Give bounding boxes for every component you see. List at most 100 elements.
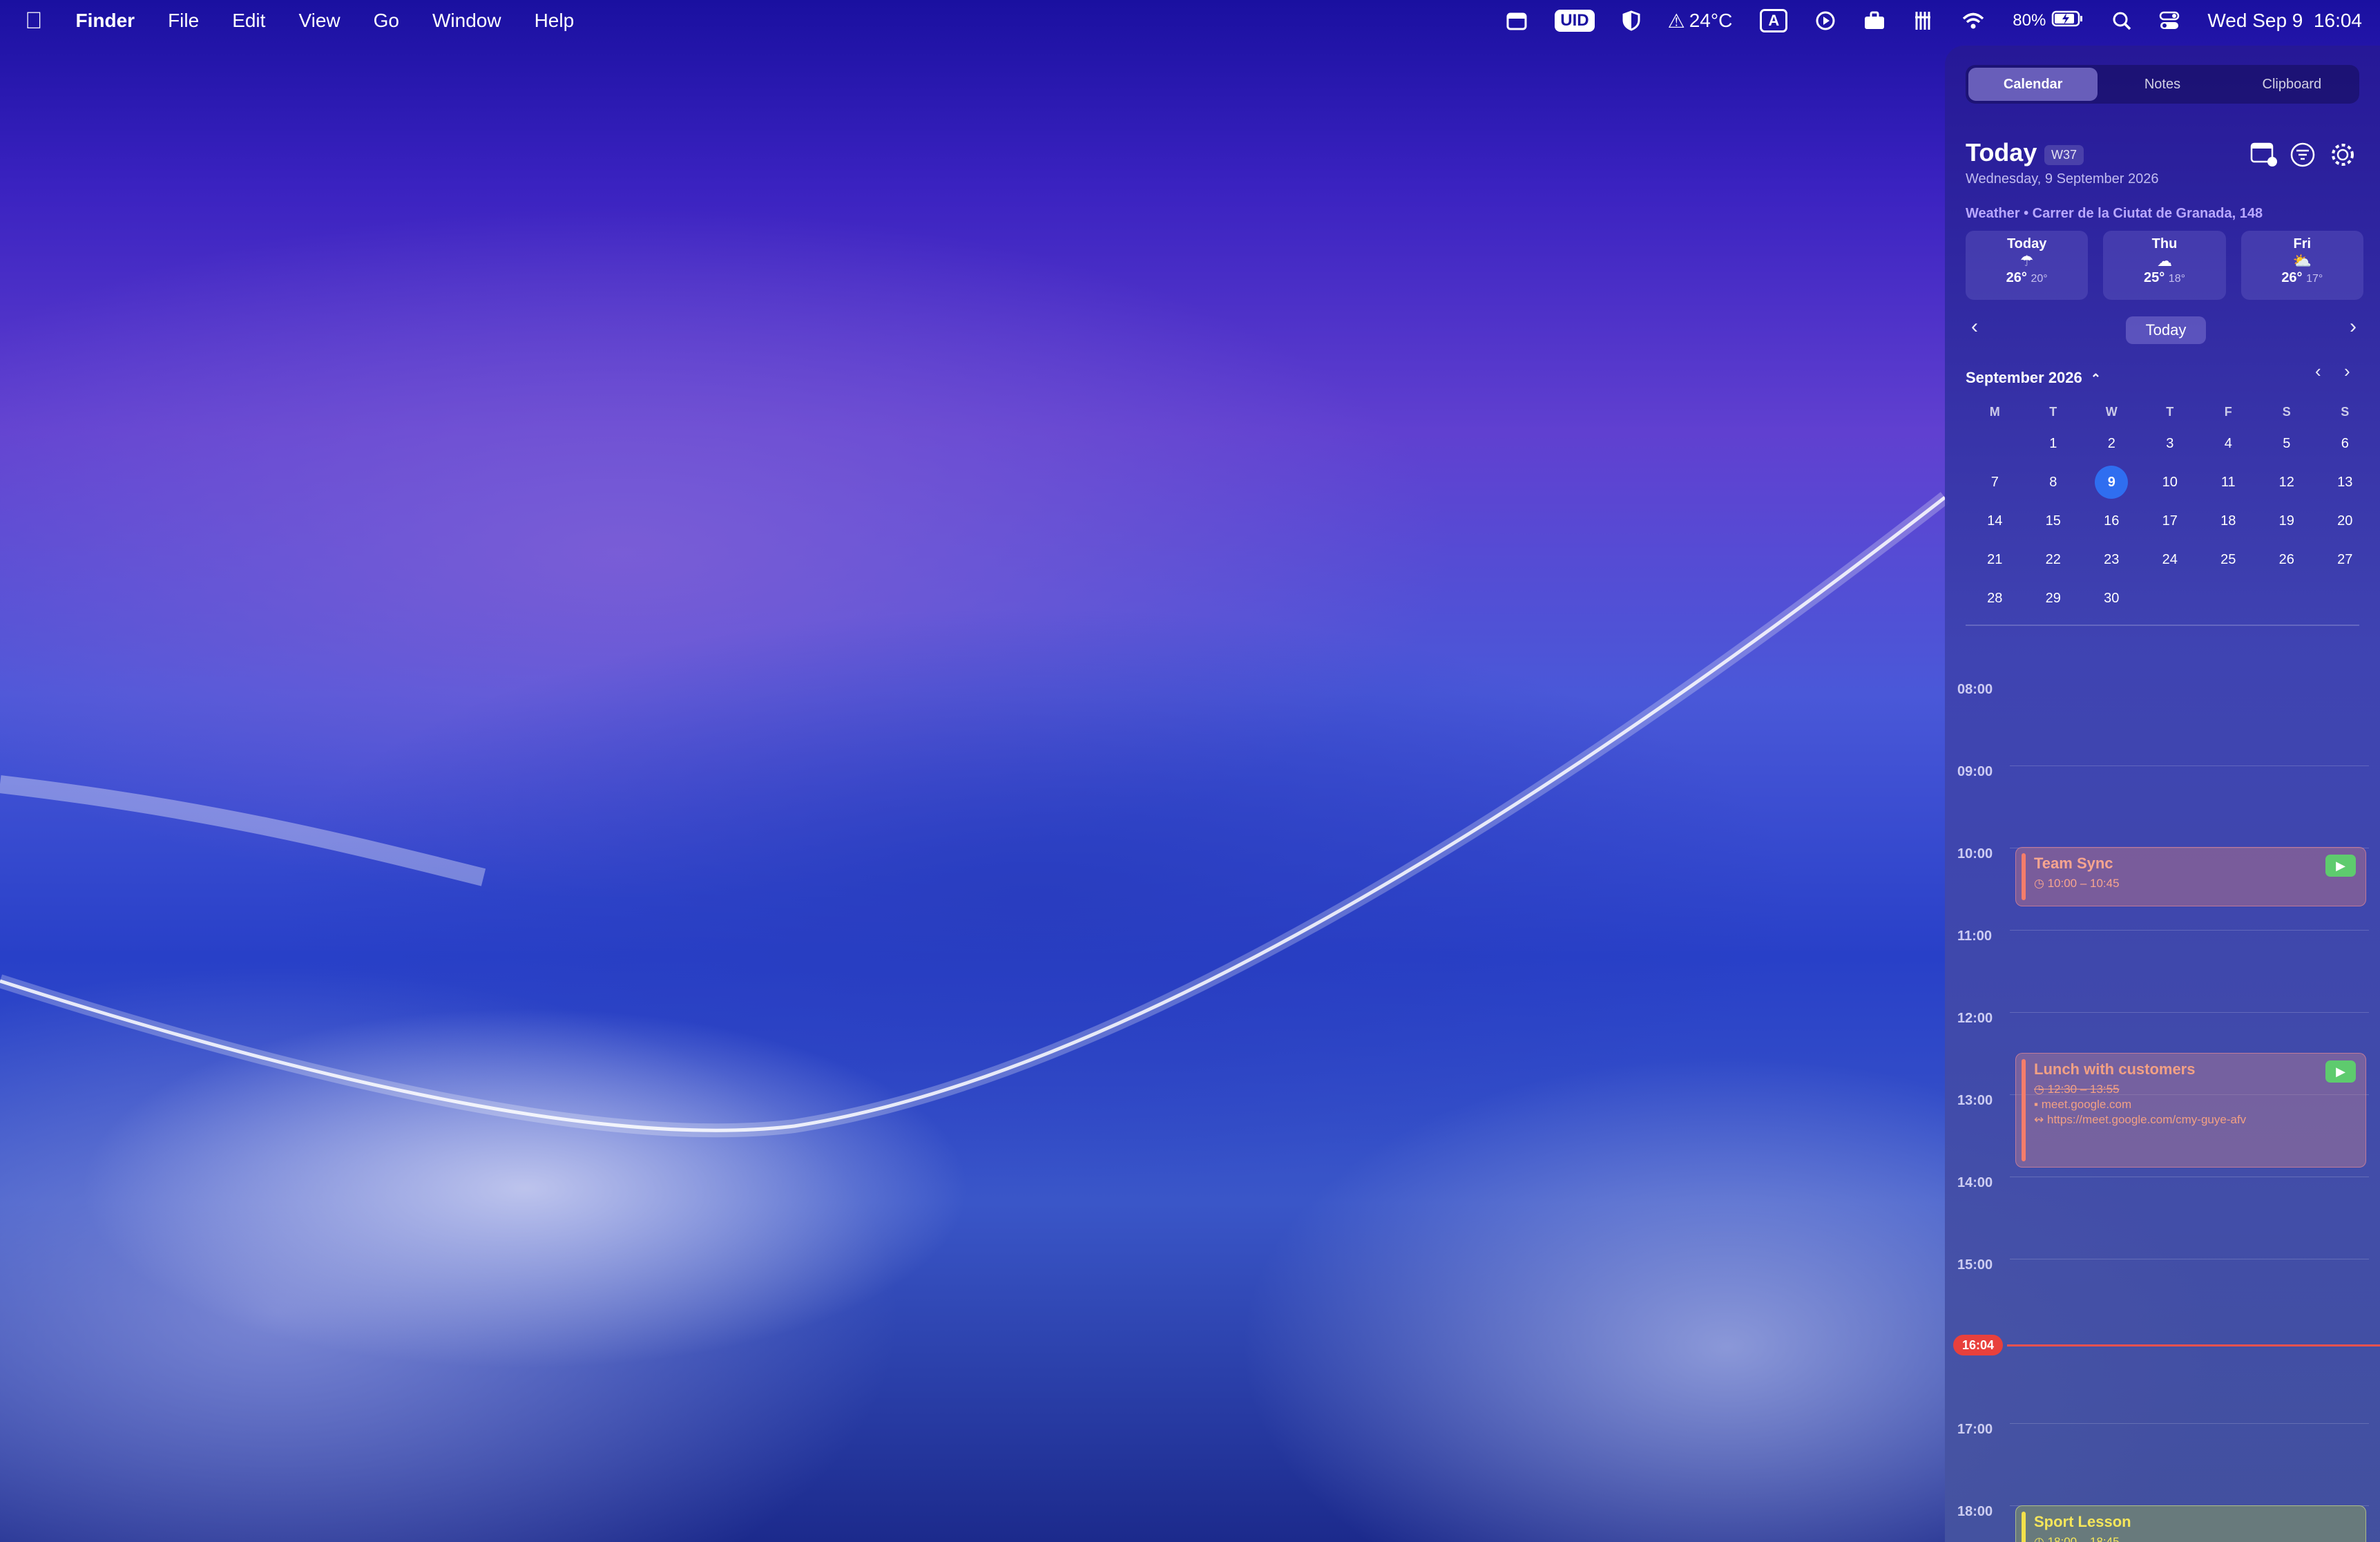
calendar-day[interactable]: 18 (2199, 513, 2258, 529)
filter-icon[interactable] (2289, 141, 2316, 169)
calendar-day[interactable]: 21 (1966, 552, 2024, 568)
wifi-icon[interactable] (1961, 11, 1985, 30)
today-button[interactable]: Today (2126, 316, 2206, 344)
calendar-day[interactable]: 19 (2258, 513, 2316, 529)
hour-label: 10:00 (1957, 846, 1993, 862)
hour-line (2010, 1012, 2369, 1013)
event-team-sync[interactable]: Team Sync ◷ 10:00 – 10:45 ▶ (2015, 847, 2366, 906)
calendar-day[interactable]: 10 (2141, 475, 2200, 491)
hour-label: 09:00 (1957, 764, 1993, 779)
calendar-day[interactable]: 11 (2199, 475, 2258, 491)
chevron-left-icon[interactable]: ‹ (1971, 315, 1978, 339)
fork-knife-icon[interactable] (1913, 10, 1934, 31)
week-badge: W37 (2044, 145, 2084, 165)
forecast-card[interactable]: Thu ☁ 25° 18° (2103, 231, 2226, 300)
briefcase-icon[interactable] (1863, 11, 1885, 30)
forecast-card[interactable]: Fri ⛅ 26° 17° (2240, 231, 2363, 300)
calendar-day[interactable]: 27 (2316, 552, 2374, 568)
uid-menu-icon[interactable]: UID (1555, 10, 1595, 32)
menu-help[interactable]: Help (535, 10, 575, 32)
calendar-day[interactable]: 2 (2082, 436, 2141, 452)
clock-icon: ◷ (2034, 1535, 2044, 1542)
divider (1966, 625, 2359, 626)
gear-icon[interactable] (2329, 141, 2357, 169)
input-source-icon[interactable]: A (1760, 9, 1788, 32)
battery-menu-item[interactable]: 80% (2013, 10, 2084, 32)
menu-view[interactable]: View (298, 10, 340, 32)
weather-menu-item[interactable]: ⚠ 24°C (1668, 10, 1733, 32)
calendar-day[interactable]: 24 (2141, 552, 2200, 568)
event-time-text: 18:00 – 18:45 (2047, 1535, 2120, 1542)
calendar-day[interactable]: 12 (2258, 475, 2316, 491)
event-location: ▪ meet.google.com (2034, 1098, 2359, 1112)
current-time-line (2007, 1344, 2380, 1346)
menu-file[interactable]: File (168, 10, 199, 32)
hour-label: 15:00 (1957, 1257, 1993, 1273)
forecast-day: Thu (2151, 236, 2178, 251)
calendar-day[interactable]: 5 (2258, 436, 2316, 452)
calendar-day[interactable]: 3 (2141, 436, 2200, 452)
calendar-day[interactable]: 17 (2141, 513, 2200, 529)
calendar-day[interactable]: 8 (2024, 475, 2083, 491)
tab-clipboard[interactable]: Clipboard (2227, 68, 2357, 101)
calendar-day[interactable]: 22 (2024, 552, 2083, 568)
calendar-day[interactable]: 14 (1966, 513, 2024, 529)
calendar-day[interactable]: 7 (1966, 475, 2024, 491)
video-call-icon[interactable]: ▶ (2325, 855, 2356, 877)
search-icon[interactable] (2112, 11, 2131, 30)
calendar-day[interactable]: 20 (2316, 513, 2374, 529)
control-center-icon[interactable] (2159, 11, 2180, 30)
menu-edit[interactable]: Edit (232, 10, 265, 32)
forecast-high: 26° (2281, 270, 2303, 285)
forecast-low: 20° (2031, 273, 2048, 285)
calendar-day[interactable]: 4 (2199, 436, 2258, 452)
video-call-icon[interactable]: ▶ (2325, 1060, 2356, 1083)
calendar-day[interactable]: 29 (2024, 591, 2083, 607)
calendar-day[interactable]: 1 (2024, 436, 2083, 452)
forecast-high: 26° (2006, 270, 2027, 285)
calendar-week: 14 15 16 17 18 19 20 (1966, 502, 2374, 540)
next-month-icon[interactable]: › (2344, 361, 2350, 382)
calendar-day[interactable]: 30 (2082, 591, 2141, 607)
event-lunch-with-customers[interactable]: Lunch with customers ◷ 12:30 – 13:55 ▪ m… (2015, 1053, 2366, 1168)
month-label-text: September 2026 (1966, 369, 2082, 386)
weekday-label: W (2105, 404, 2118, 419)
forecast-card[interactable]: Today ☂ 26° 20° (1966, 231, 2089, 300)
tab-notes[interactable]: Notes (2098, 68, 2227, 101)
calendar-day-selected[interactable]: 9 (2082, 466, 2141, 499)
calendar-day[interactable]: 16 (2082, 513, 2141, 529)
calendar-day[interactable]: 6 (2316, 436, 2374, 452)
menu-clock[interactable]: Wed Sep 9 16:04 (2207, 10, 2362, 32)
hour-label: 14:00 (1957, 1175, 1993, 1190)
calendar-day[interactable]: 26 (2258, 552, 2316, 568)
event-link[interactable]: ↭ https://meet.google.com/cmy-guye-afv (2034, 1113, 2359, 1127)
calendar-day[interactable]: 28 (1966, 591, 2024, 607)
tab-calendar[interactable]: Calendar (1968, 68, 2098, 101)
previous-month-icon[interactable]: ‹ (2315, 361, 2321, 382)
shield-icon[interactable] (1622, 10, 1640, 31)
calendar-settings-icon[interactable] (2250, 141, 2278, 169)
hour-label: 17:00 (1957, 1422, 1993, 1437)
calendar-day[interactable]: 15 (2024, 513, 2083, 529)
menu-go[interactable]: Go (374, 10, 399, 32)
video-icon: ▪ (2034, 1098, 2039, 1111)
chevron-right-icon[interactable]: › (2350, 315, 2357, 339)
calendar-day[interactable]: 25 (2199, 552, 2258, 568)
calendar-day[interactable]: 13 (2316, 475, 2374, 491)
play-circle-icon[interactable] (1815, 10, 1836, 31)
event-sport-lesson[interactable]: Sport Lesson ◷ 18:00 – 18:45 (2015, 1505, 2366, 1542)
calendar-day[interactable]: 23 (2082, 552, 2141, 568)
event-color-bar (2022, 853, 2026, 900)
app-menu-finder[interactable]: Finder (76, 10, 135, 32)
calendar-menu-icon[interactable] (1506, 11, 1527, 30)
day-timeline: 08:00 09:00 10:00 11:00 12:00 13:00 14:0… (1945, 630, 2380, 1542)
battery-charging-icon (2051, 10, 2084, 32)
month-label[interactable]: September 2026 ⌃ (1966, 369, 2101, 387)
apple-menu-icon[interactable]:  (25, 8, 43, 35)
partly-sunny-icon: ⛅ (2292, 252, 2312, 269)
event-link-text: https://meet.google.com/cmy-guye-afv (2046, 1113, 2247, 1126)
weekday-header: M T W T F S S (1966, 399, 2374, 424)
menu-window[interactable]: Window (432, 10, 501, 32)
hour-label: 12:00 (1957, 1011, 1993, 1026)
weekday-label: S (2282, 404, 2291, 419)
